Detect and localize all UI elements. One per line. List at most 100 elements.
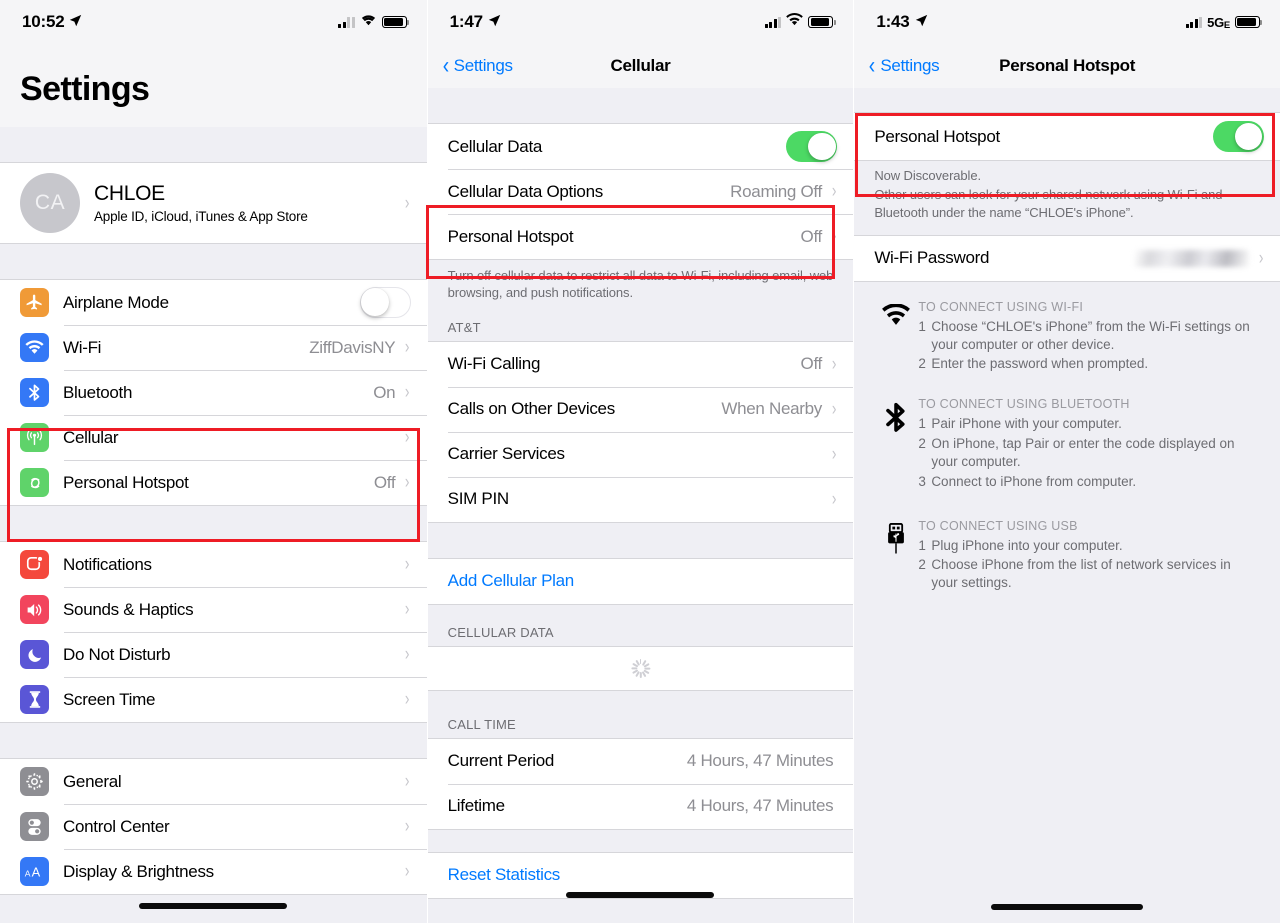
- row-label: Screen Time: [63, 689, 156, 709]
- settings-row-sounds-haptics[interactable]: Sounds & Haptics ›: [0, 587, 427, 632]
- call-time-section-header: CALL TIME: [427, 690, 854, 738]
- settings-row-control-center[interactable]: Control Center ›: [0, 804, 427, 849]
- wifi-password-masked-value: [1133, 249, 1249, 267]
- cellular-data-loading-row: [427, 645, 854, 691]
- instruction-step: 1 Choose “CHLOE's iPhone” from the Wi-Fi …: [918, 318, 1260, 354]
- chevron-right-icon: ›: [831, 353, 837, 375]
- instruction-heading: TO CONNECT USING USB: [918, 518, 1078, 533]
- instruction-block-wifi: TO CONNECT USING WI-FI 1 Choose “CHLOE's …: [854, 298, 1280, 381]
- general-group: General › Control Center › AA Display & …: [0, 758, 427, 895]
- row-label: Wi-Fi Calling: [447, 354, 541, 374]
- wifi-icon: [20, 333, 49, 362]
- account-subtitle: Apple ID, iCloud, iTunes & App Store: [94, 209, 308, 224]
- cellular-row-cellular-data-options[interactable]: Cellular Data Options Roaming Off ›: [427, 169, 854, 214]
- chevron-right-icon: ›: [405, 382, 410, 403]
- hotspot-toggle-group: Personal Hotspot: [854, 112, 1280, 161]
- cellular-row-wifi-calling[interactable]: Wi-Fi Calling Off ›: [427, 341, 854, 387]
- add-cellular-plan-label: Add Cellular Plan: [447, 571, 575, 591]
- step-number: 2: [918, 436, 926, 452]
- row-label: Do Not Disturb: [63, 644, 171, 664]
- cellular-row-personal-hotspot[interactable]: Personal Hotspot Off ›: [427, 214, 854, 259]
- row-label: Personal Hotspot: [874, 126, 1000, 146]
- chevron-left-icon: ‹: [869, 52, 876, 79]
- row-value: Off: [800, 354, 823, 374]
- toggle-knob: [1234, 122, 1263, 151]
- section-gap: [854, 88, 1280, 112]
- instruction-block-usb: TO CONNECT USING USB 1 Plug iPhone into y…: [854, 499, 1280, 600]
- wifi-icon: [786, 13, 804, 31]
- three-panel-screenshot: 10:52 Settings CA CHLOE Apple ID, iCloud…: [0, 0, 1280, 923]
- hotspot-footer-note: Other users can look for your shared net…: [854, 186, 1280, 235]
- instruction-heading: TO CONNECT USING WI-FI: [918, 299, 1084, 314]
- step-text: Pair iPhone with your computer.: [931, 416, 1122, 432]
- cellular-row-add-plan[interactable]: Add Cellular Plan: [427, 558, 854, 604]
- cellular-row-sim-pin[interactable]: SIM PIN ›: [427, 476, 854, 522]
- cellular-data-toggle[interactable]: [786, 131, 838, 162]
- status-time: 10:52: [22, 12, 82, 32]
- settings-row-general[interactable]: General ›: [0, 759, 427, 804]
- network-type-suffix: E: [1223, 19, 1230, 31]
- battery-full-icon: [381, 16, 409, 28]
- section-gap: [427, 522, 854, 558]
- carrier-group: Wi-Fi Calling Off › Calls on Other Devic…: [427, 340, 854, 523]
- status-indicators: 5GE: [1185, 15, 1263, 31]
- chevron-right-icon: ›: [405, 771, 410, 792]
- apple-id-row[interactable]: CA CHLOE Apple ID, iCloud, iTunes & App …: [0, 163, 427, 243]
- settings-row-screen-time[interactable]: Screen Time ›: [0, 677, 427, 722]
- status-time: 1:43: [876, 12, 927, 32]
- row-value: 4 Hours, 47 Minutes: [686, 751, 834, 771]
- home-indicator: [566, 892, 715, 898]
- account-group: CA CHLOE Apple ID, iCloud, iTunes & App …: [0, 162, 427, 244]
- chevron-right-icon: ›: [405, 554, 410, 575]
- page-title: Settings: [0, 44, 427, 127]
- hotspot-row-wifi-password[interactable]: Wi-Fi Password ›: [854, 235, 1280, 281]
- account-name: CHLOE: [94, 182, 165, 205]
- section-gap: [427, 88, 854, 123]
- cellular-row-reset-statistics[interactable]: Reset Statistics: [427, 852, 854, 898]
- settings-row-wifi[interactable]: Wi-Fi ZiffDavisNY ›: [0, 325, 427, 370]
- settings-row-do-not-disturb[interactable]: Do Not Disturb ›: [0, 632, 427, 677]
- hotspot-row-personal-hotspot[interactable]: Personal Hotspot: [854, 113, 1280, 160]
- panel-personal-hotspot: 1:43 5GE ‹ Settings Personal Hotspot Per…: [853, 0, 1280, 923]
- chevron-right-icon: ›: [405, 427, 410, 448]
- cellular-row-calls-other-devices[interactable]: Calls on Other Devices When Nearby ›: [427, 386, 854, 432]
- personal-hotspot-toggle[interactable]: [1212, 121, 1264, 152]
- bluetooth-icon: [20, 378, 49, 407]
- signal-bars-icon: [338, 16, 355, 28]
- settings-row-bluetooth[interactable]: Bluetooth On ›: [0, 370, 427, 415]
- instruction-step: 3 Connect to iPhone from computer.: [918, 473, 1260, 491]
- airplane-icon: [20, 288, 49, 317]
- airplane-mode-toggle[interactable]: [359, 287, 411, 318]
- battery-full-icon: [808, 16, 836, 28]
- row-label: Bluetooth: [63, 382, 133, 402]
- back-button[interactable]: ‹ Settings: [442, 54, 513, 78]
- network-type-label: 5GE: [1207, 15, 1230, 31]
- step-text: Plug iPhone into your computer.: [931, 537, 1123, 553]
- location-arrow-icon: [915, 12, 928, 32]
- row-label: Control Center: [63, 816, 170, 836]
- battery-full-icon: [1234, 16, 1263, 28]
- settings-row-personal-hotspot[interactable]: Personal Hotspot Off ›: [0, 460, 427, 505]
- carrier-section-header: AT&T: [427, 317, 854, 341]
- step-text: On iPhone, tap Pair or enter the code di…: [931, 436, 1235, 469]
- account-text: CHLOE Apple ID, iCloud, iTunes & App Sto…: [94, 182, 308, 224]
- cellular-row-carrier-services[interactable]: Carrier Services ›: [427, 431, 854, 477]
- row-label: Wi-Fi: [63, 337, 102, 357]
- settings-row-cellular[interactable]: Cellular ›: [0, 415, 427, 460]
- general-icon: [20, 767, 49, 796]
- section-gap: [0, 127, 427, 162]
- signal-bars-icon: [764, 16, 782, 28]
- signal-bars-icon: [1185, 16, 1203, 28]
- add-plan-group: Add Cellular Plan: [427, 557, 854, 605]
- back-label: Settings: [453, 56, 513, 75]
- screentime-icon: [20, 685, 49, 714]
- chevron-right-icon: ›: [405, 644, 410, 665]
- settings-row-airplane-mode[interactable]: Airplane Mode: [0, 280, 427, 325]
- section-gap: [0, 506, 427, 541]
- cellular-row-cellular-data[interactable]: Cellular Data: [427, 124, 854, 169]
- settings-row-notifications[interactable]: Notifications ›: [0, 542, 427, 587]
- row-value: When Nearby: [721, 399, 822, 419]
- row-label: Personal Hotspot: [63, 472, 189, 492]
- settings-row-display-brightness[interactable]: AA Display & Brightness ›: [0, 849, 427, 894]
- back-button[interactable]: ‹ Settings: [868, 52, 940, 79]
